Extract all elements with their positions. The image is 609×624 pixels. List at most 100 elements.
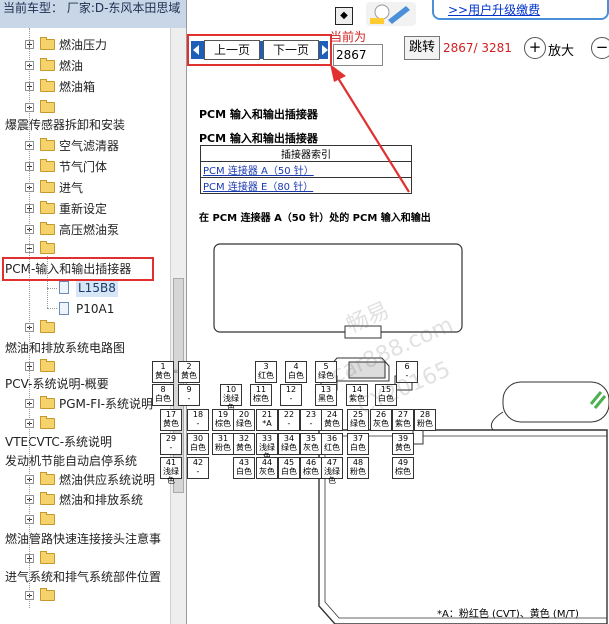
tree-item[interactable]: 高压燃油泵 [0,221,170,239]
tree-item[interactable]: PGM-FI-系统说明 [0,395,170,413]
tree-folder-label[interactable]: 高压燃油泵 [59,221,119,239]
pin-number: 30 [192,434,204,443]
pin-number: 19 [217,410,229,419]
tree-item[interactable]: 爆震传感器拆卸和安装 [0,116,170,134]
pin-number: 8 [160,385,166,394]
pin-wire-color: 黑色 [318,394,334,403]
page-number-input[interactable]: 2867 [333,44,383,66]
tree-item[interactable] [0,587,170,605]
tree-doc-label[interactable]: P10A1 [76,300,114,318]
tree-folder-label[interactable]: 燃油压力 [59,36,107,54]
folder-icon [40,359,55,372]
tree-item[interactable]: 燃油管路快速连接接头注意事 [0,530,170,548]
tree-item[interactable]: 燃油压力 [0,36,170,54]
next-arrow-icon[interactable] [322,45,328,55]
zoom-out-icon[interactable]: − [591,37,609,59]
goto-button[interactable]: 跳转 [404,36,440,60]
tree-folder-label[interactable]: 燃油 [59,57,83,75]
tree-item[interactable]: 燃油 [0,57,170,75]
tree-item[interactable]: 发动机节能自动启停系统 [0,452,170,470]
tree-item[interactable]: 燃油和排放系统 [0,491,170,509]
connector-pin: 29- [160,433,182,455]
mascot-icon [366,2,416,26]
tree-item[interactable] [0,319,170,337]
tree-heading-label[interactable]: VTECVTC-系统说明 [5,433,112,451]
tree-scrollbar[interactable]: ≡ [170,28,186,624]
tree-heading-label[interactable]: 爆震传感器拆卸和安装 [5,116,125,134]
connector-pin: 47 浅绿色 [321,457,343,485]
pin-number: 18 [192,410,204,419]
pin-number: 48 [352,458,364,467]
pin-number: 10 [225,385,237,394]
tree-folder-label[interactable]: PGM-FI-系统说明 [59,395,153,413]
tree-connector-line [47,308,57,309]
tree-folder-label[interactable]: 进气 [59,179,83,197]
tree-item[interactable]: 燃油箱 [0,78,170,96]
pin-number: 22 [283,410,295,419]
pin-number: 35 [305,434,317,443]
tree-item[interactable]: 空气滤清器 [0,137,170,155]
connector-link-e[interactable]: PCM 连接器 E（80 针） [200,177,412,194]
tree-item[interactable] [0,415,170,433]
pin-number: 12 [285,385,297,394]
pin-wire-color: 黄色 [324,419,340,428]
folder-icon [40,58,55,71]
tree-folder-label[interactable]: 燃油箱 [59,78,95,96]
tree-item[interactable]: 节气门体 [0,158,170,176]
tree-doc-label[interactable]: L15B8 [76,279,118,297]
connector-pin: 45 白色 [278,457,300,479]
pin-wire-color: 白色 [288,371,304,380]
tree-heading-label[interactable]: 发动机节能自动启停系统 [5,452,137,470]
tree-item[interactable]: PCV-系统说明-概要 [0,375,170,393]
upgrade-link[interactable]: >>用户升级缴费 [448,1,540,18]
tree-item[interactable]: 燃油和排放系统电路图 [0,339,170,357]
tree-heading-label[interactable]: 燃油和排放系统电路图 [5,339,125,357]
current-page-label: 当前为 [330,30,367,44]
upgrade-banner: >>用户升级缴费 [432,0,609,20]
zoom-in-icon[interactable]: + [524,37,546,59]
tree-folder-label[interactable]: 空气滤清器 [59,137,119,155]
folder-icon [40,37,55,50]
pin-number: 39 [397,434,409,443]
folder-icon [40,241,55,254]
tree-item[interactable] [0,240,170,258]
connector-pin: 10 浅绿色 [220,384,242,412]
pin-number: 32 [238,434,250,443]
prev-page-button[interactable]: 上一页 [204,40,260,60]
tree-folder-label[interactable]: 燃油供应系统说明 [59,471,155,489]
next-page-button[interactable]: 下一页 [263,40,319,60]
pin-wire-color: 紫色 [395,419,411,428]
pin-wire-color: - [287,419,291,428]
tree-folder-label[interactable]: 燃油和排放系统 [59,491,143,509]
tree-item[interactable]: 进气系统和排气系统部件位置 [0,568,170,586]
tree-connector-line [29,28,30,608]
tree-item[interactable]: 燃油供应系统说明 [0,471,170,489]
tree-item[interactable] [0,550,170,568]
tree-item[interactable] [0,99,170,117]
pin-number: 34 [283,434,295,443]
tree-item[interactable]: L15B8 [0,279,170,297]
tree-item[interactable]: 重新设定 [0,200,170,218]
section-heading: 在 PCM 连接器 A（50 针）处的 PCM 输入和输出 [199,213,431,224]
prev-arrow-icon[interactable] [193,45,199,55]
pin-wire-color: - [169,443,173,452]
tree-item[interactable] [0,358,170,376]
connector-pin: 35 灰色 [300,433,322,455]
connector-link-a[interactable]: PCM 连接器 A（50 针） [200,161,412,178]
pin-number: 21 [261,410,273,419]
connector-pin: 27 紫色 [392,409,414,431]
pin-wire-color: 粉色 [215,443,231,452]
tree-folder-label[interactable]: 重新设定 [59,200,107,218]
tree-item[interactable]: 进气 [0,179,170,197]
connector-pin: 41 浅绿色 [160,457,182,485]
connector-pin: 17 黄色 [160,409,182,431]
collapse-panel-button[interactable]: ◆ [335,7,353,25]
tree-item[interactable] [0,511,170,529]
zoom-in-label[interactable]: 放大 [548,40,574,59]
connector-pin: 43 白色 [233,457,255,479]
tree-folder-label[interactable]: 节气门体 [59,158,107,176]
tree-heading-label[interactable]: PCV-系统说明-概要 [5,375,109,393]
tree-item[interactable]: P10A1 [0,300,170,318]
tree-item[interactable]: VTECVTC-系统说明 [0,433,170,451]
connector-pin: 33浅绿色 [256,433,278,461]
